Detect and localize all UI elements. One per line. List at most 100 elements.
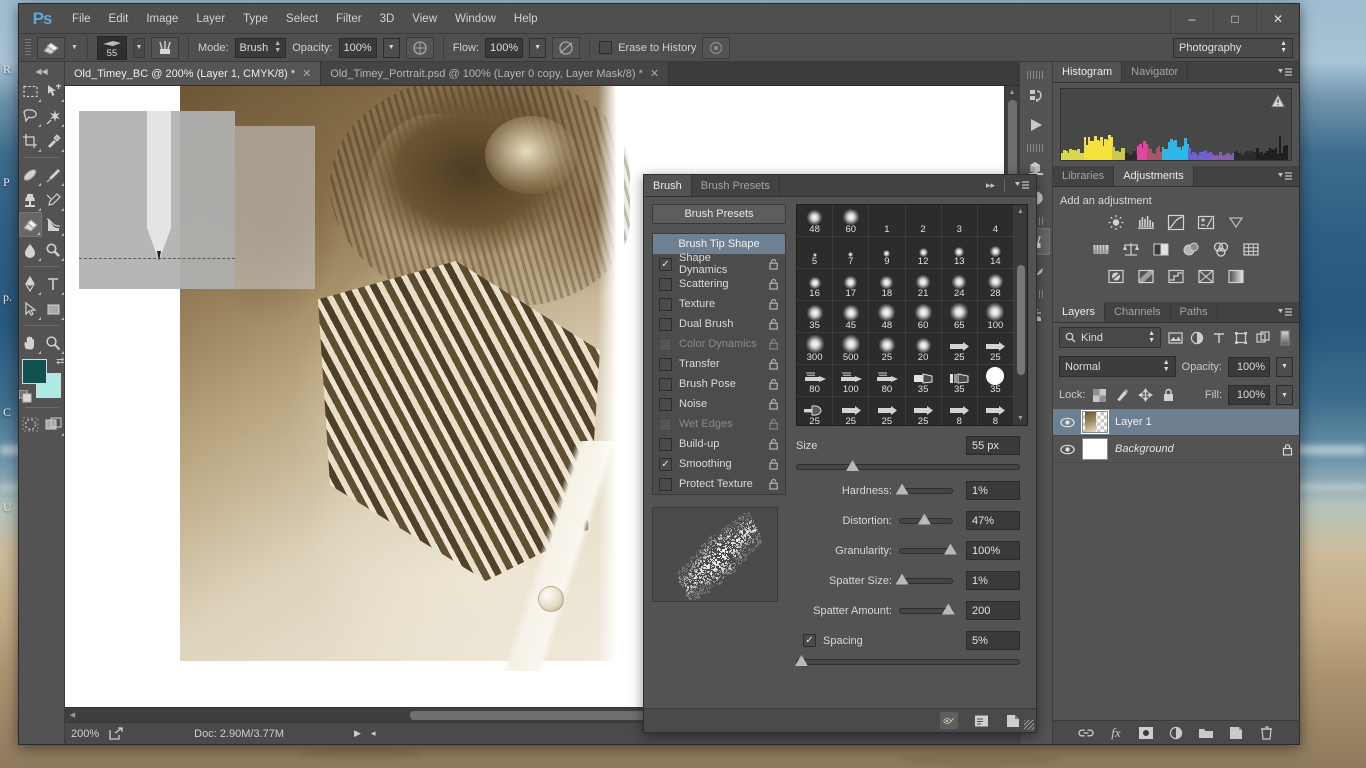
selective-color-icon[interactable] xyxy=(1196,267,1216,285)
brush-option-protect-texture[interactable]: Protect Texture xyxy=(653,474,785,494)
brush-preset-cell[interactable]: 500 xyxy=(833,333,869,365)
brush-preset-cell[interactable]: 8 xyxy=(942,397,978,426)
lock-icon[interactable] xyxy=(769,338,779,350)
brush-preset-cell[interactable]: 18 xyxy=(869,269,905,301)
brush-preset-cell[interactable]: 25 xyxy=(797,397,833,426)
pressure-opacity-icon[interactable] xyxy=(406,37,434,59)
menu-image[interactable]: Image xyxy=(137,9,187,29)
brush-grid-scroll-down[interactable]: ▼ xyxy=(1013,412,1028,425)
warning-triangle-icon[interactable] xyxy=(1271,94,1285,107)
hue-saturation-icon[interactable] xyxy=(1091,240,1111,258)
flow-dropdown-arrow[interactable]: ▼ xyxy=(529,38,546,58)
layer-thumbnail[interactable] xyxy=(1082,438,1108,460)
brush-preset-cell[interactable]: 21 xyxy=(906,269,942,301)
expand-arrows-icon[interactable]: ▸▸ xyxy=(980,175,1001,196)
lock-icon[interactable] xyxy=(769,398,779,410)
brush-preset-cell[interactable]: 80 xyxy=(797,365,833,397)
minimize-button[interactable]: – xyxy=(1170,4,1213,33)
brush-option-checkbox[interactable] xyxy=(659,378,672,391)
panel-menu-icon[interactable] xyxy=(1271,302,1299,322)
blur-tool[interactable] xyxy=(19,237,42,262)
brush-preset-cell[interactable]: 1 xyxy=(869,205,905,237)
toggle-brush-settings-icon[interactable] xyxy=(940,712,958,729)
tab-adjustments[interactable]: Adjustments xyxy=(1114,166,1194,186)
lock-all-icon[interactable] xyxy=(1160,387,1177,403)
lock-icon[interactable] xyxy=(769,298,779,310)
brush-preset-cell[interactable]: 25 xyxy=(869,333,905,365)
menu-type[interactable]: Type xyxy=(234,9,277,29)
opacity-dropdown-arrow[interactable]: ▼ xyxy=(383,38,400,58)
brush-option-checkbox[interactable] xyxy=(659,298,672,311)
lock-icon[interactable] xyxy=(769,418,779,430)
scroll-up-arrow[interactable]: ▲ xyxy=(1005,86,1020,99)
actions-play-icon[interactable] xyxy=(1022,111,1050,138)
screen-mode-icon[interactable] xyxy=(42,412,65,437)
pixel-filter-icon[interactable] xyxy=(1167,329,1183,346)
fill-input[interactable]: 100% xyxy=(1228,385,1270,405)
toggle-brush-panel-icon[interactable] xyxy=(151,37,179,59)
brush-preset-cell[interactable]: 25 xyxy=(869,397,905,426)
brush-presets-button[interactable]: Brush Presets xyxy=(652,204,786,224)
param-value-input[interactable]: 200 xyxy=(966,601,1020,620)
history-icon[interactable] xyxy=(1022,82,1050,109)
adjustment-filter-icon[interactable] xyxy=(1189,329,1205,346)
tab-brush[interactable]: Brush xyxy=(644,175,692,196)
brush-preset-cell[interactable]: 80 xyxy=(869,365,905,397)
filter-toggle-icon[interactable] xyxy=(1277,329,1293,346)
param-slider-knob[interactable] xyxy=(918,514,931,525)
tab-libraries[interactable]: Libraries xyxy=(1053,166,1114,186)
maximize-button[interactable]: □ xyxy=(1213,4,1256,33)
lock-position-icon[interactable] xyxy=(1137,387,1154,403)
gradient-map-icon[interactable] xyxy=(1226,267,1246,285)
lock-transparency-icon[interactable] xyxy=(1091,387,1108,403)
brush-preset-cell[interactable]: 12 xyxy=(906,237,942,269)
brush-option-checkbox[interactable]: ✓ xyxy=(659,458,672,471)
document-tab[interactable]: Old_Timey_Portrait.psd @ 100% (Layer 0 c… xyxy=(321,62,669,85)
zoom-tool[interactable] xyxy=(42,330,65,355)
magic-wand-tool[interactable] xyxy=(42,103,65,128)
brush-preset-cell[interactable]: 48 xyxy=(869,301,905,333)
photo-filter-icon[interactable] xyxy=(1181,240,1201,258)
layer-visibility-eye-icon[interactable] xyxy=(1059,417,1075,428)
layer-row[interactable]: Layer 1 xyxy=(1053,409,1299,436)
param-slider[interactable] xyxy=(899,548,953,554)
tool-preset-dropdown[interactable]: ▼ xyxy=(71,44,78,51)
status-left-arrow[interactable]: ◂ xyxy=(371,728,376,739)
spacing-value-input[interactable]: 5% xyxy=(966,631,1020,650)
scroll-left-arrow[interactable]: ◀ xyxy=(65,709,80,722)
tab-paths[interactable]: Paths xyxy=(1171,302,1218,322)
rectangle-tool[interactable] xyxy=(42,296,65,321)
spacing-checkbox[interactable]: ✓ xyxy=(803,634,816,647)
curves-icon[interactable] xyxy=(1166,213,1186,231)
brush-preset-cell[interactable]: 5 xyxy=(797,237,833,269)
brush-preset-cell[interactable]: 9 xyxy=(869,237,905,269)
param-slider[interactable] xyxy=(899,608,953,614)
brush-preset-cell[interactable]: 8 xyxy=(978,397,1014,426)
eraser-tool[interactable] xyxy=(19,212,42,237)
move-tool[interactable] xyxy=(42,78,65,103)
brush-preset-cell[interactable]: 35 xyxy=(797,301,833,333)
brush-option-checkbox[interactable] xyxy=(659,278,672,291)
brush-grid-scroll-up[interactable]: ▲ xyxy=(1013,205,1028,218)
tab-histogram[interactable]: Histogram xyxy=(1053,62,1122,82)
brush-option-shape-dynamics[interactable]: ✓Shape Dynamics xyxy=(653,254,785,274)
toolbox-collapse-button[interactable]: ◀◀ xyxy=(19,64,64,78)
brush-preset-grid[interactable]: 4860123457912131416171821242835454860651… xyxy=(797,205,1014,425)
brush-preset-cell[interactable]: 25 xyxy=(942,333,978,365)
param-slider-knob[interactable] xyxy=(944,544,957,555)
brush-option-build-up[interactable]: Build-up xyxy=(653,434,785,454)
swap-colors-icon[interactable]: ⇄ xyxy=(56,356,64,367)
brush-preset-cell[interactable]: 35 xyxy=(906,365,942,397)
brush-grid-scrollbar[interactable]: ▲ ▼ xyxy=(1014,205,1027,425)
brush-preset-cell[interactable]: 13 xyxy=(942,237,978,269)
lock-icon[interactable] xyxy=(769,258,779,270)
shape-filter-icon[interactable] xyxy=(1233,329,1249,346)
new-preset-icon[interactable] xyxy=(972,712,990,729)
quick-mask-icon[interactable] xyxy=(19,412,42,437)
layer-opacity-input[interactable]: 100% xyxy=(1228,357,1270,377)
menu-window[interactable]: Window xyxy=(446,9,505,29)
new-adjustment-layer-icon[interactable] xyxy=(1168,725,1184,741)
layer-style-fx-icon[interactable]: fx xyxy=(1108,725,1124,741)
menu-view[interactable]: View xyxy=(403,9,446,29)
tab-brush-presets[interactable]: Brush Presets xyxy=(692,175,780,196)
